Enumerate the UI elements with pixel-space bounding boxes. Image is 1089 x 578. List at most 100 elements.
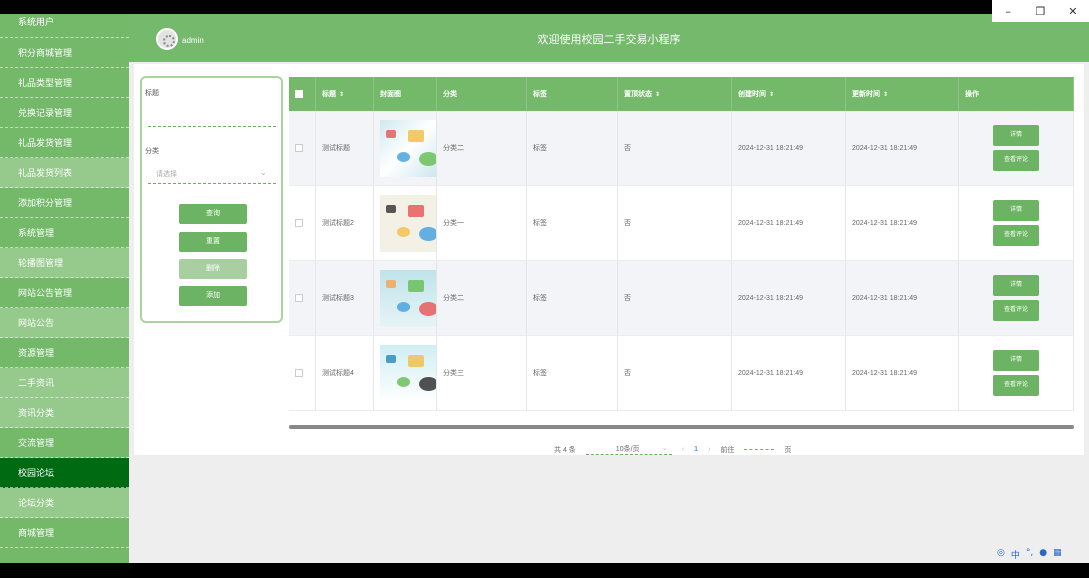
cell-created: 2024-12-31 18:21:49 bbox=[738, 219, 803, 227]
view-comments-button[interactable]: 查看评论 bbox=[993, 225, 1039, 246]
sidebar-item[interactable]: 资源管理 bbox=[0, 338, 129, 368]
title-label: 标题 bbox=[145, 90, 159, 97]
row-checkbox[interactable] bbox=[295, 294, 303, 302]
sort-icon[interactable]: ⇕ bbox=[339, 91, 344, 98]
page-size-select[interactable]: 10条/页 ⌄ bbox=[585, 444, 672, 455]
goto-label: 前往 bbox=[720, 446, 735, 454]
view-comments-button[interactable]: 查看评论 bbox=[993, 300, 1039, 321]
system-tray: ◎ 中 °, ● ▦ bbox=[997, 548, 1062, 561]
sidebar-item[interactable]: 添加积分管理 bbox=[0, 188, 129, 218]
punct-icon[interactable]: °, bbox=[1026, 548, 1033, 561]
category-select[interactable]: 请选择 bbox=[156, 169, 177, 179]
restore-icon[interactable]: ❐ bbox=[1025, 5, 1055, 18]
page-number[interactable]: 1 bbox=[694, 446, 698, 453]
cell-title: 测试标题2 bbox=[322, 220, 354, 227]
row-checkbox[interactable] bbox=[295, 219, 303, 227]
sort-icon[interactable]: ⇕ bbox=[655, 91, 660, 98]
cover-image[interactable] bbox=[380, 344, 436, 402]
cell-title: 测试标题3 bbox=[322, 295, 354, 302]
chevron-down-icon: ⌄ bbox=[260, 168, 267, 177]
sidebar-item[interactable]: 论坛分类 bbox=[0, 488, 129, 518]
cell-created: 2024-12-31 18:21:49 bbox=[738, 369, 803, 377]
cell-title: 测试标题 bbox=[322, 145, 350, 152]
sort-icon[interactable]: ⇕ bbox=[769, 91, 774, 98]
table-row[interactable]: 测试标题 分类二 标签 否 2024-12-31 18:21:49 2024-12-31 … bbox=[289, 111, 1074, 186]
sidebar-item[interactable]: 系统管理 bbox=[0, 218, 129, 248]
prev-page-icon[interactable]: ‹ bbox=[682, 446, 684, 453]
query-button[interactable]: 查询 bbox=[179, 204, 247, 224]
cover-image[interactable] bbox=[380, 269, 436, 327]
sidebar-item[interactable]: 网站公告 bbox=[0, 308, 129, 338]
select-all-checkbox[interactable] bbox=[295, 90, 303, 98]
col-tag: 标签 bbox=[527, 77, 618, 111]
col-actions: 操作 bbox=[959, 77, 1074, 111]
total-count: 共 4 条 bbox=[554, 446, 576, 454]
table-body: 测试标题 分类二 标签否 2024-12-31 18:21:49 2024-12-31 … bbox=[289, 111, 1074, 411]
window-controls: – ❐ ✕ bbox=[992, 0, 1089, 22]
main-content: 标题 分类 请选择 ⌄ 查询 重置 删除 添加 标题 ⇕ 封面图 分类 标签 置顶… bbox=[134, 64, 1084, 455]
table-header: 标题 ⇕ 封面图 分类 标签 置顶状态 ⇕ 创建时间 ⇕ 更新时间 ⇕ 操作 bbox=[289, 77, 1074, 111]
table-row[interactable]: 测试标题3 分类二 标签 否 2024-12-31 18:21:49 2024-12-31… bbox=[289, 261, 1074, 336]
cell-tag: 标签 bbox=[533, 145, 547, 152]
minimize-icon[interactable]: – bbox=[993, 5, 1023, 18]
sidebar-item[interactable]: 礼品发货管理 bbox=[0, 128, 129, 158]
sidebar-item[interactable]: 积分商城管理 bbox=[0, 38, 129, 68]
cover-image[interactable] bbox=[380, 119, 436, 177]
sidebar-item[interactable]: 资讯分类 bbox=[0, 398, 129, 428]
lang-icon[interactable]: 中 bbox=[1011, 548, 1020, 561]
table-row[interactable]: 测试标题2 分类一 标签 否 2024-12-31 18:21:49 2024-12-31… bbox=[289, 186, 1074, 261]
cell-updated: 2024-12-31 18:21:49 bbox=[852, 144, 917, 152]
detail-button[interactable]: 详情 bbox=[993, 275, 1039, 296]
row-checkbox[interactable] bbox=[295, 144, 303, 152]
col-created[interactable]: 创建时间 ⇕ bbox=[732, 77, 846, 111]
pagination: 共 4 条 10条/页 ⌄ ‹ 1 › 前往 页 bbox=[554, 444, 801, 455]
ime-icon[interactable]: ◎ bbox=[997, 548, 1005, 561]
sidebar-item[interactable]: 二手资讯 bbox=[0, 368, 129, 398]
col-updated[interactable]: 更新时间 ⇕ bbox=[846, 77, 959, 111]
sidebar-item[interactable]: 商城管理 bbox=[0, 518, 129, 548]
header: admin 欢迎使用校园二手交易小程序 bbox=[129, 14, 1089, 62]
page-unit: 页 bbox=[784, 446, 792, 454]
title-input[interactable] bbox=[148, 126, 276, 127]
sort-icon[interactable]: ⇕ bbox=[883, 91, 888, 98]
sidebar-item[interactable]: 网站公告管理 bbox=[0, 278, 129, 308]
sidebar-item[interactable]: 礼品发货列表 bbox=[0, 158, 129, 188]
cell-tag: 标签 bbox=[533, 370, 547, 377]
search-panel: 标题 分类 请选择 ⌄ 查询 重置 删除 添加 bbox=[140, 76, 283, 323]
cell-tag: 标签 bbox=[533, 220, 547, 227]
sidebar-item[interactable]: 系统用户 bbox=[0, 14, 129, 38]
delete-button[interactable]: 删除 bbox=[179, 259, 247, 279]
detail-button[interactable]: 详情 bbox=[993, 200, 1039, 221]
sidebar-item[interactable]: 轮播图管理 bbox=[0, 248, 129, 278]
grid-icon[interactable]: ▦ bbox=[1053, 548, 1062, 561]
cell-updated: 2024-12-31 18:21:49 bbox=[852, 219, 917, 227]
cover-image[interactable] bbox=[380, 194, 436, 252]
cell-updated: 2024-12-31 18:21:49 bbox=[852, 294, 917, 302]
next-page-icon[interactable]: › bbox=[708, 446, 710, 453]
view-comments-button[interactable]: 查看评论 bbox=[993, 150, 1039, 171]
reset-button[interactable]: 重置 bbox=[179, 232, 247, 252]
col-pinned[interactable]: 置顶状态 ⇕ bbox=[618, 77, 732, 111]
cell-category: 分类一 bbox=[443, 220, 464, 227]
cell-created: 2024-12-31 18:21:49 bbox=[738, 144, 803, 152]
sidebar-item[interactable]: 兑换记录管理 bbox=[0, 98, 129, 128]
detail-button[interactable]: 详情 bbox=[993, 125, 1039, 146]
col-title[interactable]: 标题 ⇕ bbox=[316, 77, 374, 111]
col-cover: 封面图 bbox=[374, 77, 437, 111]
close-icon[interactable]: ✕ bbox=[1058, 5, 1088, 18]
horizontal-scrollbar[interactable] bbox=[289, 425, 1074, 429]
sidebar-item[interactable]: 礼品类型管理 bbox=[0, 68, 129, 98]
row-checkbox[interactable] bbox=[295, 369, 303, 377]
cell-created: 2024-12-31 18:21:49 bbox=[738, 294, 803, 302]
col-category: 分类 bbox=[437, 77, 527, 111]
table-row[interactable]: 测试标题4 分类三 标签 否 2024-12-31 18:21:49 2024-12-31… bbox=[289, 336, 1074, 411]
detail-button[interactable]: 详情 bbox=[993, 350, 1039, 371]
view-comments-button[interactable]: 查看评论 bbox=[993, 375, 1039, 396]
mic-icon[interactable]: ● bbox=[1039, 548, 1047, 561]
sidebar-item[interactable]: 交流管理 bbox=[0, 428, 129, 458]
sidebar-item[interactable]: 校园论坛 bbox=[0, 458, 129, 488]
add-button[interactable]: 添加 bbox=[179, 286, 247, 306]
goto-page-input[interactable] bbox=[744, 449, 775, 450]
cell-pinned: 否 bbox=[624, 370, 631, 377]
cell-category: 分类二 bbox=[443, 145, 464, 152]
